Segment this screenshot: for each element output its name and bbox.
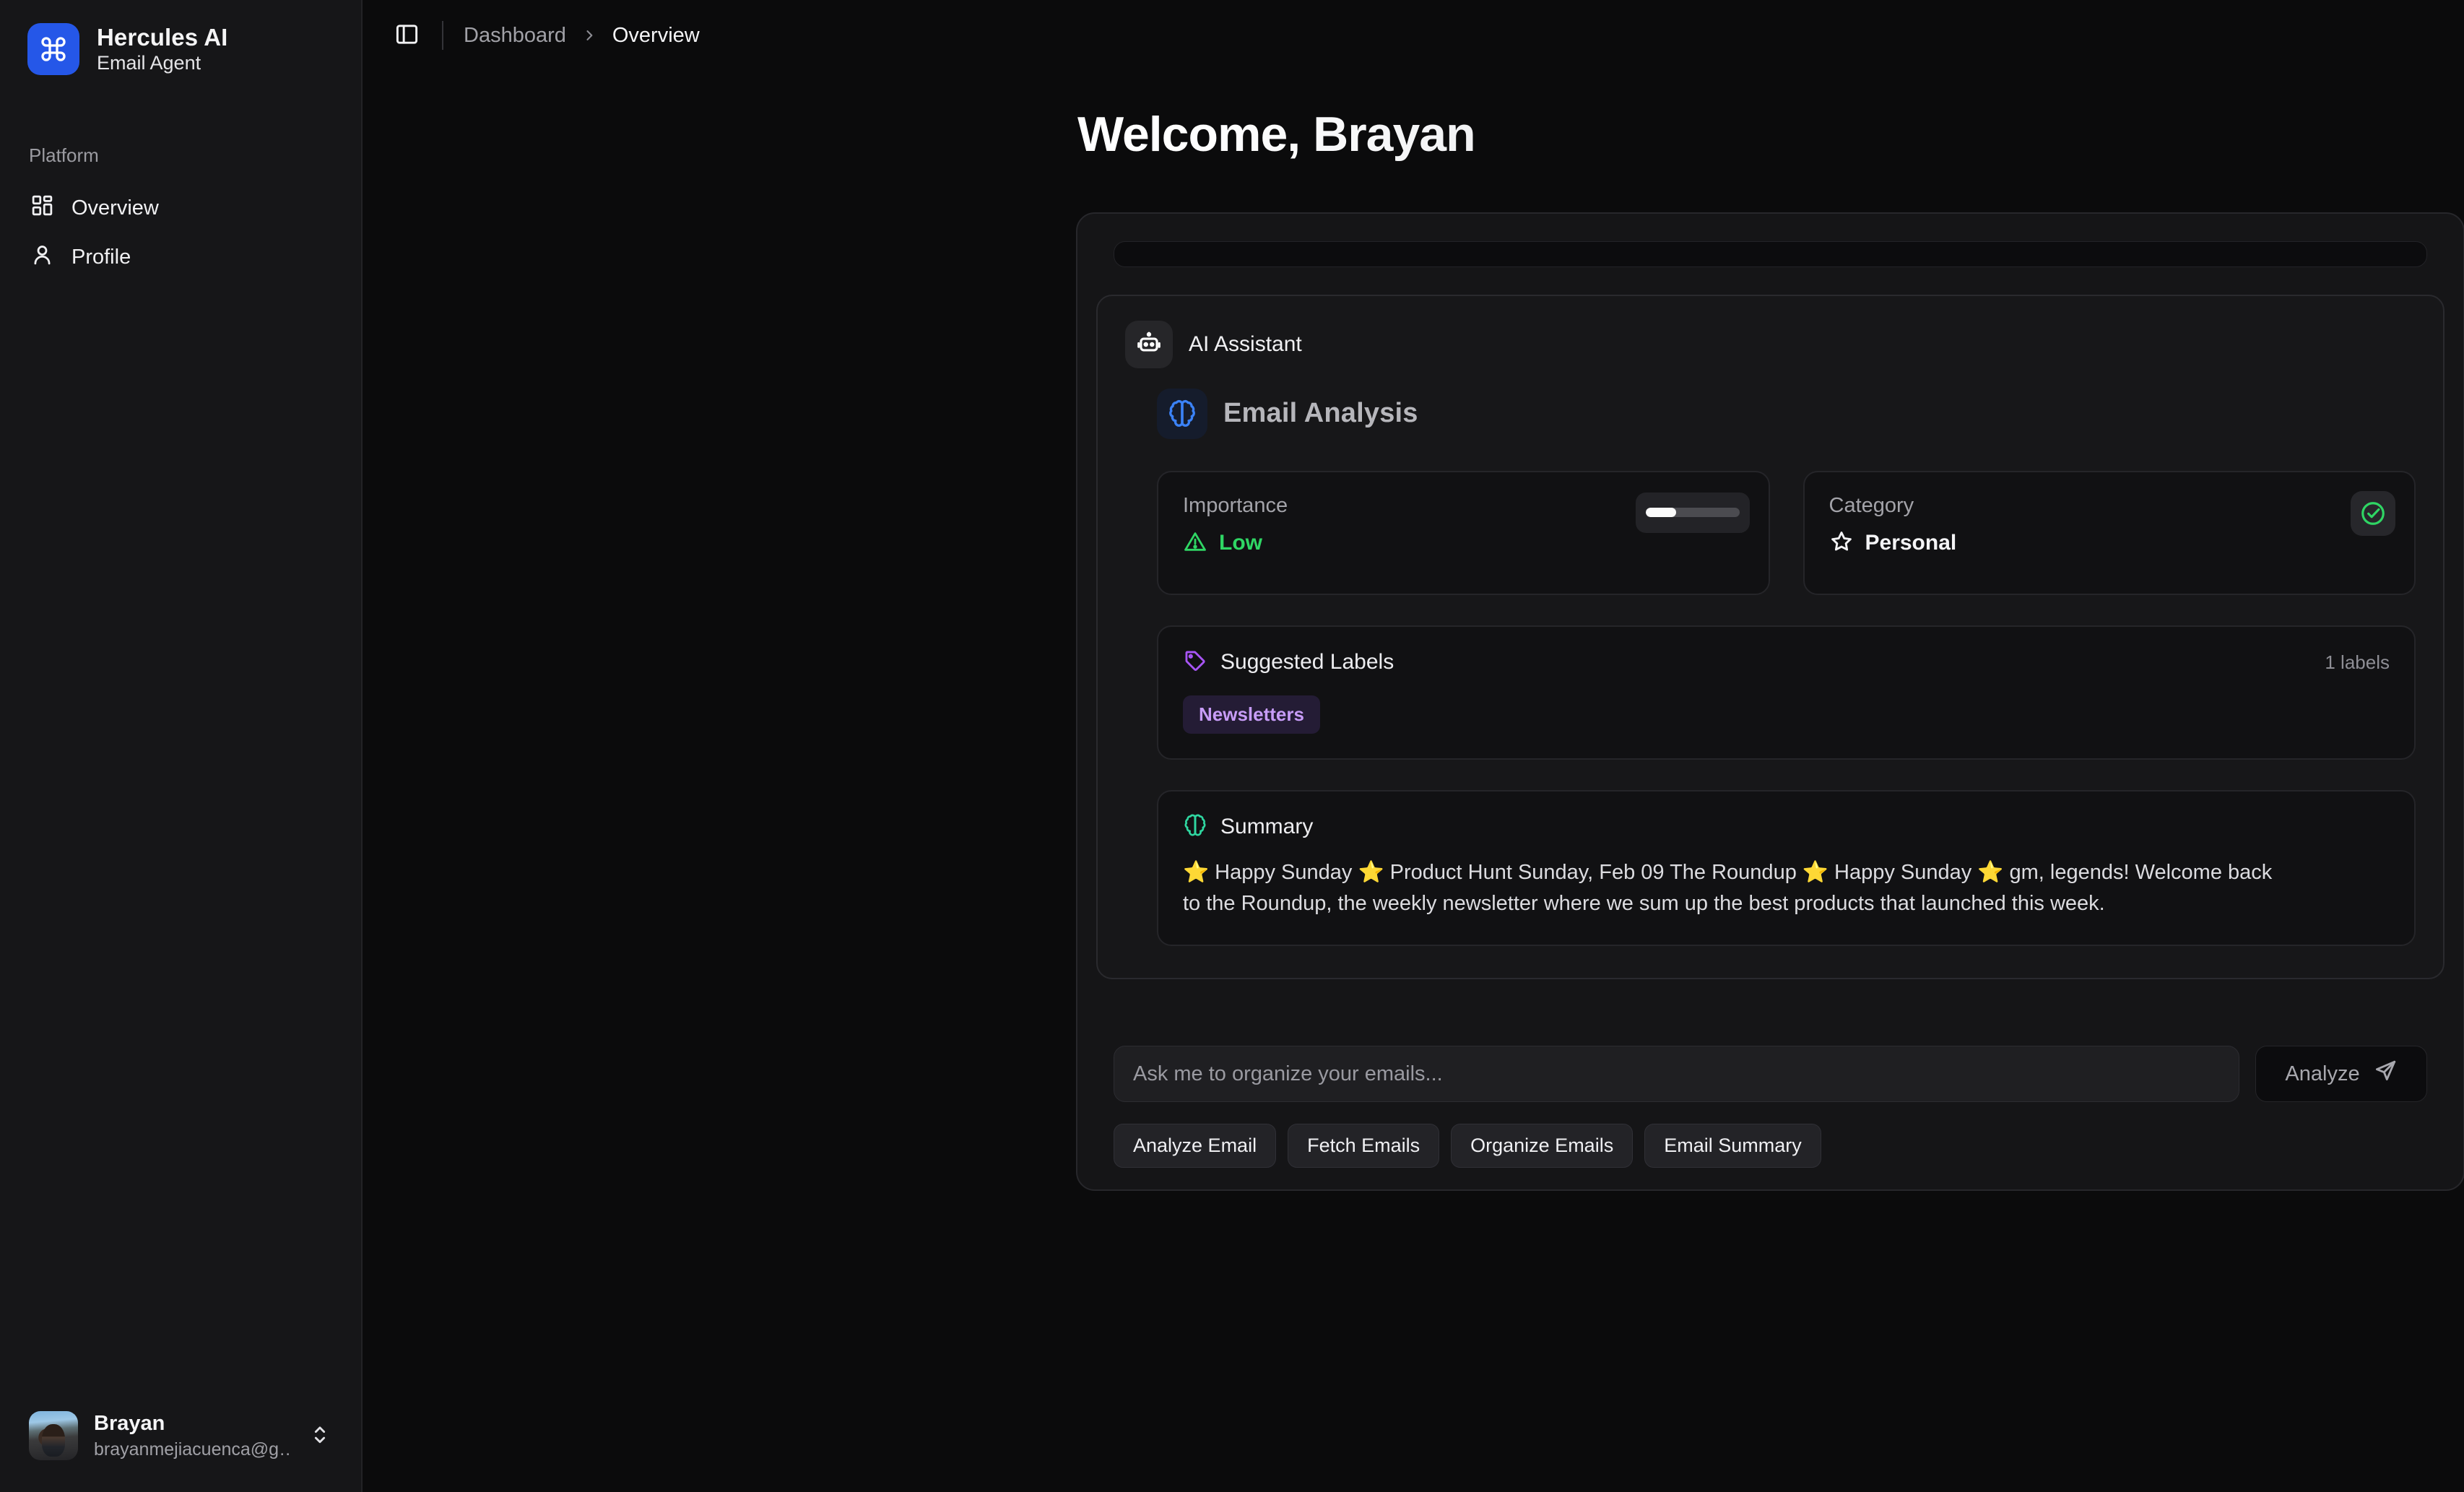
importance-value: Low — [1219, 531, 1262, 555]
user-email: brayanmejiacuenca@g… — [94, 1439, 292, 1460]
quick-action-email-summary[interactable]: Email Summary — [1644, 1124, 1821, 1168]
importance-card: Importance Low — [1157, 470, 1770, 595]
analysis-header: Email Analysis — [1157, 388, 2416, 439]
topbar: Dashboard Overview — [363, 0, 2464, 71]
chevron-right-icon — [582, 28, 597, 43]
labels-count: 1 labels — [2325, 651, 2390, 673]
panel-top-strip — [1114, 240, 2427, 267]
brain-icon — [1157, 388, 1207, 439]
brand-subtitle: Email Agent — [97, 52, 201, 74]
summary-text: ⭐ Happy Sunday ⭐ Product Hunt Sunday, Fe… — [1183, 860, 2273, 915]
analyze-button[interactable]: Analyze — [2255, 1046, 2427, 1103]
sidebar-nav: Overview Profile — [0, 186, 361, 279]
nav-group-label: Platform — [29, 144, 99, 166]
labels-chip-list: Newsletters — [1183, 695, 2390, 734]
panel-left-icon — [394, 22, 420, 49]
user-account-button[interactable]: Brayan brayanmejiacuenca@g… — [16, 1400, 345, 1472]
sidebar: Hercules AI Email Agent Platform Overvie… — [0, 0, 363, 1492]
check-circle-icon — [2351, 490, 2395, 536]
composer-row: Analyze — [1096, 1046, 2445, 1103]
importance-meter — [1635, 492, 1750, 533]
brain-icon — [1183, 813, 1207, 841]
alert-triangle-icon — [1183, 529, 1207, 558]
metrics-row: Importance Low Category Personal — [1157, 470, 2416, 595]
suggested-labels-card: Suggested Labels 1 labels Newsletters — [1157, 625, 2416, 760]
brand-header[interactable]: Hercules AI Email Agent — [0, 0, 361, 75]
chat-input[interactable] — [1114, 1046, 2239, 1103]
sidebar-item-label: Overview — [71, 196, 159, 220]
label-chip[interactable]: Newsletters — [1183, 695, 1320, 734]
chevrons-up-down-icon[interactable] — [308, 1421, 332, 1451]
breadcrumb-item-dashboard[interactable]: Dashboard — [464, 24, 566, 48]
category-value: Personal — [1865, 531, 1957, 555]
analysis-title: Email Analysis — [1223, 398, 1418, 429]
chat-area: AI Assistant Email Analysis Importance L… — [1096, 294, 2445, 980]
category-card: Category Personal — [1803, 470, 2416, 595]
assistant-name: AI Assistant — [1189, 331, 1302, 356]
tag-icon — [1183, 649, 1220, 677]
app-root: Hercules AI Email Agent Platform Overvie… — [0, 0, 2464, 1492]
email-analysis-block: Email Analysis Importance Low Category P… — [1125, 388, 2416, 947]
sidebar-item-overview[interactable]: Overview — [20, 186, 341, 230]
page-title: Welcome, Brayan — [1077, 105, 2464, 165]
analyze-button-label: Analyze — [2285, 1062, 2360, 1085]
quick-action-fetch-emails[interactable]: Fetch Emails — [1288, 1124, 1440, 1168]
quick-action-organize-emails[interactable]: Organize Emails — [1451, 1124, 1634, 1168]
main-area: Dashboard Overview Welcome, Brayan AI As… — [363, 0, 2464, 1492]
sidebar-item-profile[interactable]: Profile — [20, 235, 341, 279]
sidebar-item-label: Profile — [71, 245, 131, 269]
importance-meter-track — [1645, 508, 1740, 518]
assistant-header: AI Assistant — [1125, 320, 2416, 368]
user-name: Brayan — [94, 1412, 165, 1436]
topbar-divider — [442, 21, 443, 50]
category-label: Category — [1829, 493, 1914, 517]
brand-title: Hercules AI — [97, 23, 228, 51]
quick-action-analyze-email[interactable]: Analyze Email — [1114, 1124, 1277, 1168]
breadcrumb: Dashboard Overview — [464, 24, 700, 48]
suggested-labels-title: Suggested Labels — [1220, 650, 1394, 675]
summary-card: Summary ⭐ Happy Sunday ⭐ Product Hunt Su… — [1157, 789, 2416, 947]
sidebar-toggle-button[interactable] — [387, 16, 426, 55]
quick-actions-row: Analyze Email Fetch Emails Organize Emai… — [1096, 1124, 2445, 1168]
layout-dashboard-icon — [30, 194, 54, 223]
user-icon — [30, 243, 54, 272]
summary-title: Summary — [1220, 815, 1314, 839]
assistant-panel: AI Assistant Email Analysis Importance L… — [1076, 212, 2464, 1192]
avatar — [29, 1411, 78, 1460]
send-icon — [2373, 1059, 2398, 1089]
page-content: Welcome, Brayan AI Assistant Email Analy… — [363, 71, 2464, 1192]
importance-meter-fill — [1645, 508, 1677, 518]
bot-icon — [1125, 320, 1173, 368]
breadcrumb-item-overview[interactable]: Overview — [612, 24, 700, 48]
command-icon — [27, 23, 79, 75]
star-icon — [1829, 529, 1854, 558]
